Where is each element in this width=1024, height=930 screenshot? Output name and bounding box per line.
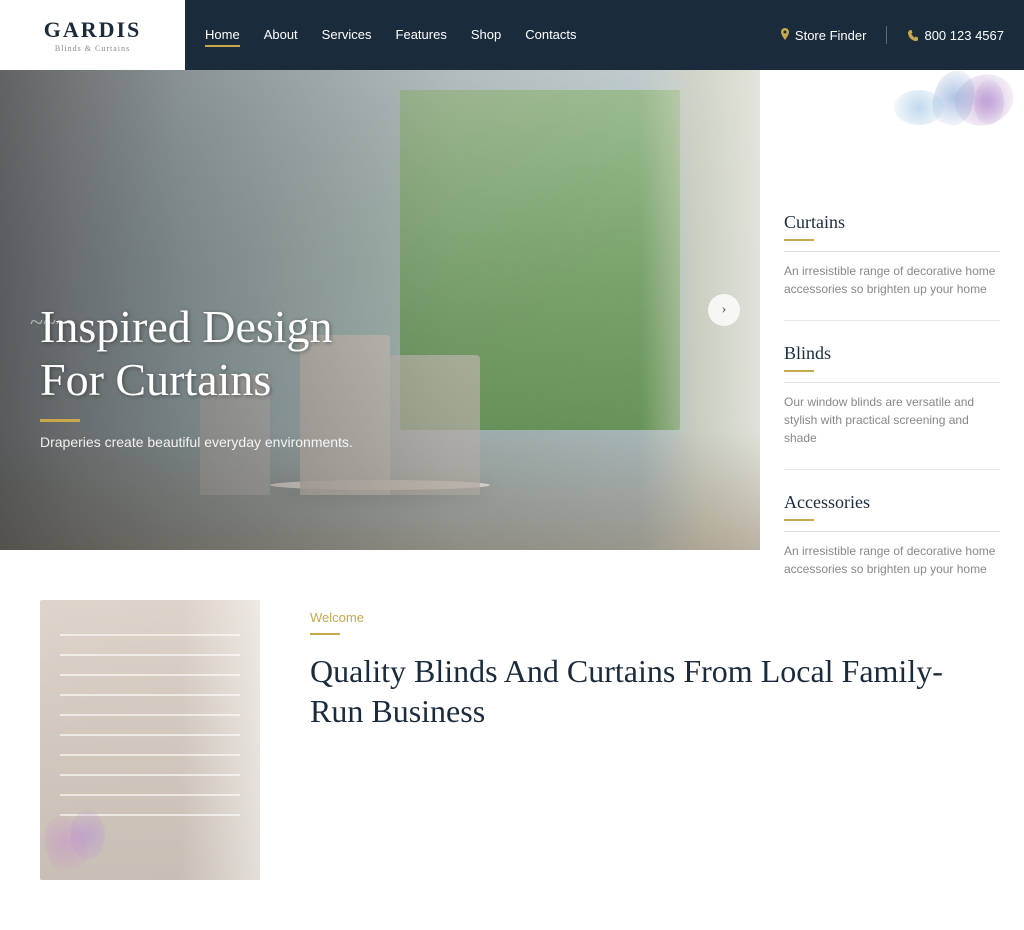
hero-image: ~~~ Inspired DesignFor Curtains Draperie… (0, 70, 760, 550)
sidebar-item-curtains[interactable]: Curtains An irresistible range of decora… (784, 190, 1000, 321)
welcome-tag-line (310, 633, 340, 635)
location-icon (779, 28, 791, 42)
nav-item-home[interactable]: Home (205, 26, 240, 44)
welcome-image (40, 600, 260, 880)
hero-title: Inspired DesignFor Curtains (40, 301, 353, 407)
phone-number[interactable]: 800 123 4567 (907, 28, 1004, 43)
nav-links: Home About Services Features Shop Contac… (205, 26, 577, 44)
sidebar-curtains-title: Curtains (784, 212, 1000, 233)
sidebar-item-blinds[interactable]: Blinds Our window blinds are versatile a… (784, 321, 1000, 470)
sidebar-accessories-desc: An irresistible range of decorative home… (784, 542, 1000, 578)
nav-right: Store Finder 800 123 4567 (779, 26, 1024, 44)
phone-icon (907, 29, 920, 42)
welcome-floral (40, 770, 130, 880)
nav-item-features[interactable]: Features (396, 26, 447, 44)
sidebar-curtains-desc: An irresistible range of decorative home… (784, 262, 1000, 298)
hero-sidebar: Curtains An irresistible range of decora… (760, 70, 1024, 620)
sidebar-accessories-divider (784, 531, 1000, 532)
logo-subtitle: Blinds & Curtains (44, 44, 142, 53)
sidebar-blinds-accent (784, 370, 814, 372)
logo[interactable]: GARDIS Blinds & Curtains (0, 0, 185, 70)
nav-item-shop[interactable]: Shop (471, 26, 501, 44)
sidebar-blinds-title: Blinds (784, 343, 1000, 364)
nav-item-about[interactable]: About (264, 26, 298, 44)
hero-content: Inspired DesignFor Curtains Draperies cr… (40, 301, 353, 450)
slider-next-button[interactable]: › (708, 294, 740, 326)
nav-divider (886, 26, 887, 44)
sidebar-blinds-desc: Our window blinds are versatile and styl… (784, 393, 1000, 447)
sidebar-blinds-divider (784, 382, 1000, 383)
sidebar-accessories-accent (784, 519, 814, 521)
sidebar-accessories-title: Accessories (784, 492, 1000, 513)
sidebar-curtains-accent (784, 239, 814, 241)
welcome-title: Quality Blinds And Curtains From Local F… (310, 651, 984, 731)
nav-item-services[interactable]: Services (322, 26, 372, 44)
logo-name: GARDIS (44, 17, 142, 43)
sidebar-curtains-divider (784, 251, 1000, 252)
nav-item-contacts[interactable]: Contacts (525, 26, 576, 44)
hero-section: ~~~ Inspired DesignFor Curtains Draperie… (0, 70, 1024, 550)
navbar: GARDIS Blinds & Curtains Home About Serv… (0, 0, 1024, 70)
store-finder[interactable]: Store Finder (779, 28, 867, 43)
hero-subtitle: Draperies create beautiful everyday envi… (40, 434, 353, 450)
hero-accent-line (40, 419, 80, 422)
sidebar-item-accessories[interactable]: Accessories An irresistible range of dec… (784, 470, 1000, 600)
